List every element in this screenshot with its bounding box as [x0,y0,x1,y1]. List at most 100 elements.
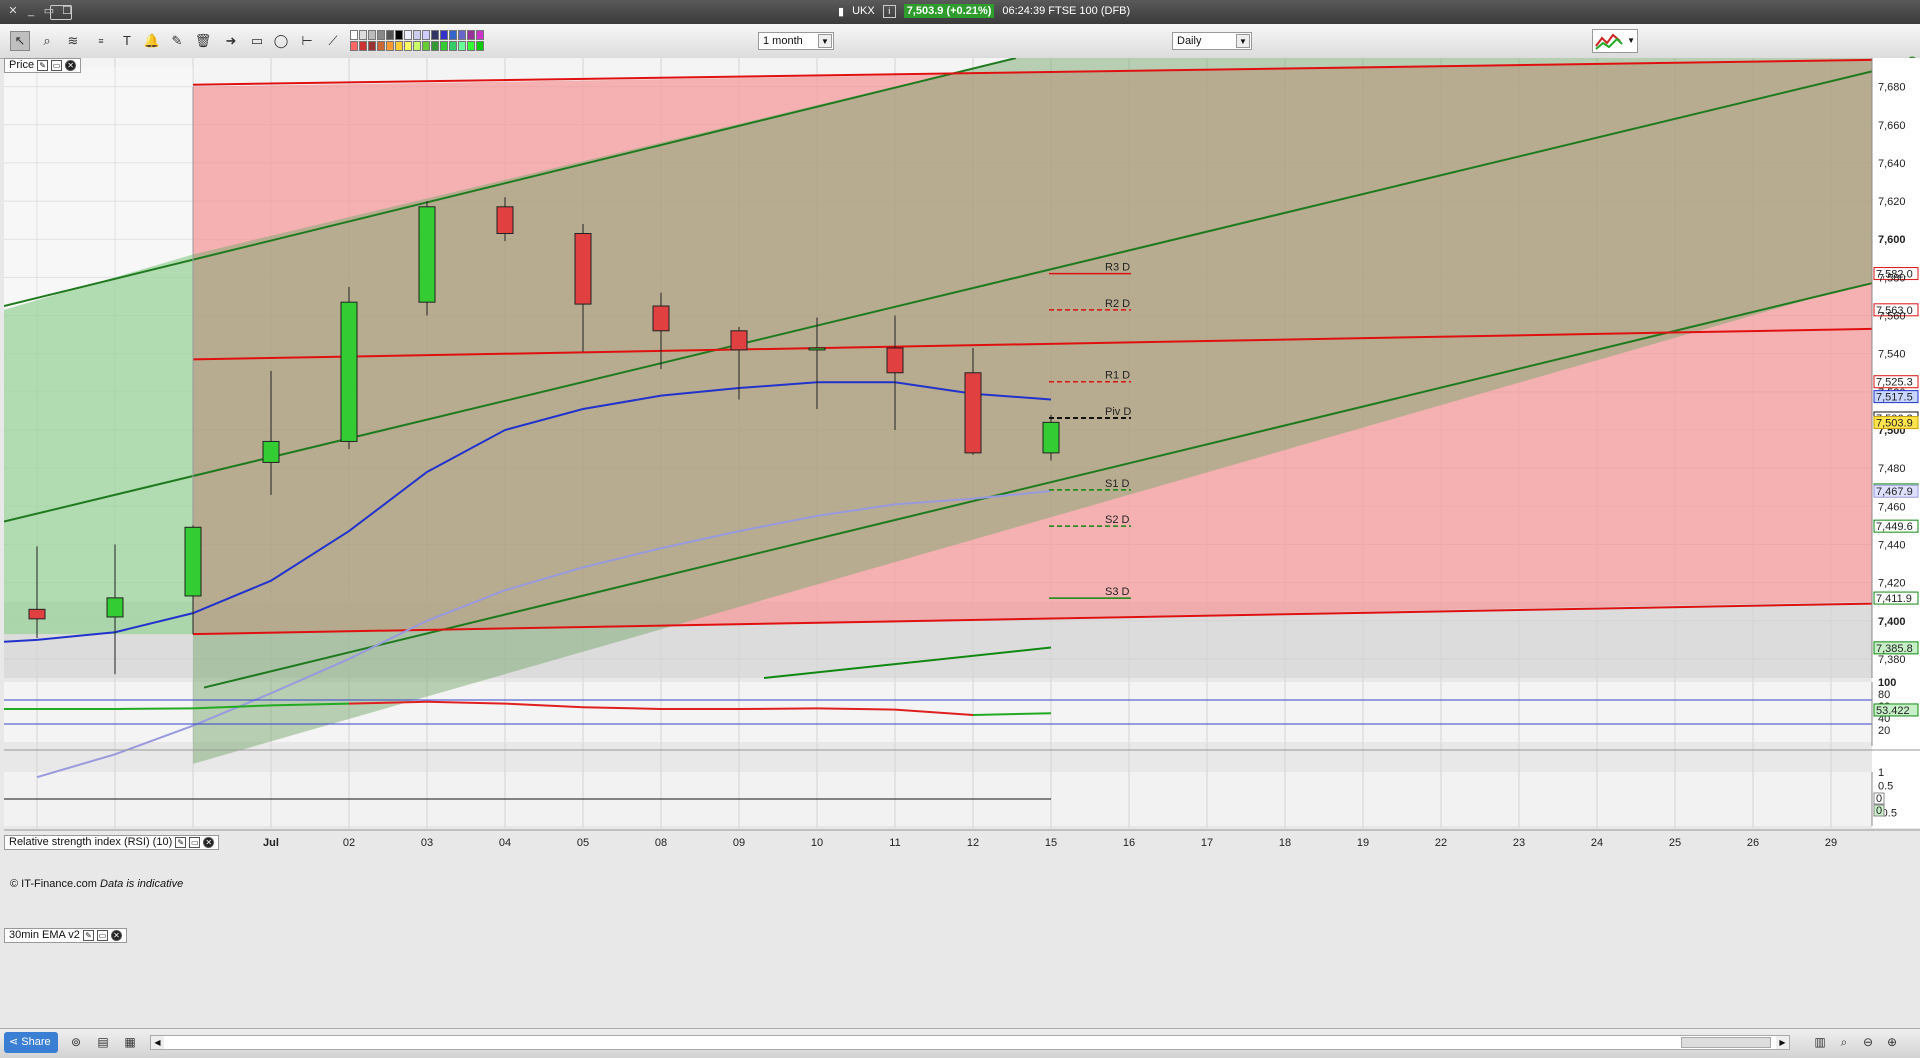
x-tick-label: Jul [263,837,279,849]
rsi-tick-label: 20 [1878,725,1890,737]
price-tick-label: 7,560 [1878,311,1906,323]
zoom-icon[interactable]: ⌕ [38,32,56,50]
x-tick-label: 11 [889,837,900,849]
title-bar: ✕ _ ▭ ☐ ▮ UKX i 7,503.9 (+0.21%) 06:24:3… [0,0,1920,24]
share-button[interactable]: ⋖ Share [4,1032,58,1053]
rafi-icon[interactable]: ≡ [92,32,110,50]
candle-body [808,347,826,351]
chart-area[interactable]: R3 D7,582.0R2 D7,563.0R1 D7,525.3Piv D7,… [4,58,1920,1016]
arrow-icon[interactable]: ➜ [222,32,240,50]
print-icon[interactable]: ▤ [95,1034,111,1050]
price-panel-title: Price [9,59,35,71]
close-icon[interactable]: ✕ [65,60,77,71]
trendline-icon[interactable]: ⟋ [324,32,342,50]
toolbar: ↖ ⌕ ≋ T ≡ 🔔 ✎ 🗑 ➜ ▭ ◯ ⊢ ⟋ 1 month ▼ Dail… [0,24,1920,71]
symbol-label: UKX [852,5,875,17]
wrench-icon[interactable]: ✎ [82,930,94,941]
candle-body [418,206,436,303]
rectangle-icon[interactable]: ▭ [248,32,266,50]
price-tick-label: 7,480 [1878,463,1906,475]
chart-settings-icon[interactable]: ▥ [1812,1034,1828,1050]
scroll-left-icon[interactable]: ◀ [151,1036,164,1049]
x-tick-label: 24 [1591,837,1603,849]
price-tick-label: 7,440 [1878,539,1906,551]
x-tick-label: 05 [577,837,589,849]
rsi-segment [738,707,818,710]
chart-type-icon [1595,33,1623,50]
close-window-icon[interactable]: ✕ [6,4,20,18]
chart-svg[interactable]: R3 D7,582.0R2 D7,563.0R1 D7,525.3Piv D7,… [4,58,1920,1016]
candle-body [652,305,670,332]
rsi-tick-label: 100 [1878,677,1896,689]
x-tick-label: 04 [499,837,511,849]
pointer-icon[interactable]: ↖ [10,31,30,51]
zoom-in-icon[interactable]: ⊕ [1884,1034,1900,1050]
ema-slow-price-label: 7,467.9 [1876,486,1913,498]
bottom-bar: ⋖ Share ⊚ ▤ ▦ ◀ ▶ ▥ ⌕ ⊖ ⊕ [0,1028,1920,1058]
pivot-label: S2 D [1105,514,1130,526]
link-icon[interactable]: ⊚ [68,1034,84,1050]
close-icon[interactable]: ✕ [110,930,122,941]
chevron-down-icon: ▼ [818,34,832,48]
rsi-tick-label: 80 [1878,689,1890,701]
period-value: 1 month [763,35,803,47]
rsi-segment [114,707,194,710]
text-icon[interactable]: T [118,32,136,50]
pivot-label: S3 D [1105,586,1130,598]
chevron-down-icon: ▼ [1627,36,1635,45]
pivot-label: R1 D [1105,370,1130,382]
copyright-note: Data is indicative [100,878,184,890]
chart-type-button[interactable]: ▼ [1592,29,1638,53]
keyboard-icon[interactable] [50,5,72,20]
price-tick-label: 7,380 [1878,654,1906,666]
wrench-icon[interactable]: ✎ [37,60,49,71]
x-tick-label: 29 [1825,837,1837,849]
x-tick-label: 18 [1279,837,1291,849]
share-icon: ⋖ [9,1036,19,1048]
x-tick-label: 09 [733,837,745,849]
share-label: Share [21,1036,51,1048]
minimize-window-icon[interactable]: _ [24,4,38,18]
x-tick-label: 02 [343,837,355,849]
brush-icon[interactable]: ✎ [168,32,186,50]
ema30-value-label: 0 [1876,805,1882,817]
x-tick-label: 17 [1201,837,1213,849]
time-instrument-label: 06:24:39 FTSE 100 (DFB) [1002,5,1131,17]
close-icon[interactable]: ✕ [203,837,215,848]
ema30-panel-label: 30min EMA v2 ✎ ▭ ✕ [4,928,127,943]
channel-fill-green-left [4,254,193,635]
color-swatches[interactable] [350,30,484,51]
period-select[interactable]: 1 month ▼ [758,32,834,50]
delete-icon[interactable]: 🗑 [194,32,212,50]
copyright-owner: © IT-Finance.com [10,878,97,890]
chevron-down-icon: ▼ [1236,34,1250,48]
candle-body [964,372,982,454]
x-tick-label: 26 [1747,837,1759,849]
hline-icon[interactable]: ⊢ [298,32,316,50]
fib-icon[interactable]: ≋ [64,32,82,50]
info-icon[interactable]: i [882,4,896,18]
ellipse-icon[interactable]: ◯ [272,32,290,50]
pivot-price-label: 7,449.6 [1876,521,1913,533]
window-icon[interactable]: ▭ [189,837,201,848]
interval-select[interactable]: Daily ▼ [1172,32,1252,50]
save-icon[interactable]: ▦ [122,1034,138,1050]
alert-icon[interactable]: 🔔 [143,32,161,50]
scroll-thumb[interactable] [1681,1037,1771,1048]
scroll-right-icon[interactable]: ▶ [1776,1036,1789,1049]
window-icon[interactable]: ▭ [96,930,108,941]
window-icon[interactable]: ▭ [51,60,63,71]
candle-body [262,440,280,463]
price-tick-label: 7,580 [1878,272,1906,284]
x-tick-label: 23 [1513,837,1525,849]
candle-body [28,608,46,620]
zoom-fit-icon[interactable]: ⌕ [1836,1034,1852,1050]
price-tick-label: 7,460 [1878,501,1906,513]
extra-price-label: 7,385.8 [1876,643,1913,655]
candle-body [340,301,358,442]
x-tick-label: 16 [1123,837,1135,849]
wrench-icon[interactable]: ✎ [175,837,187,848]
time-scrollbar[interactable]: ◀ ▶ [150,1035,1790,1050]
pivot-price-label: 7,411.9 [1876,593,1912,605]
zoom-out-icon[interactable]: ⊖ [1860,1034,1876,1050]
